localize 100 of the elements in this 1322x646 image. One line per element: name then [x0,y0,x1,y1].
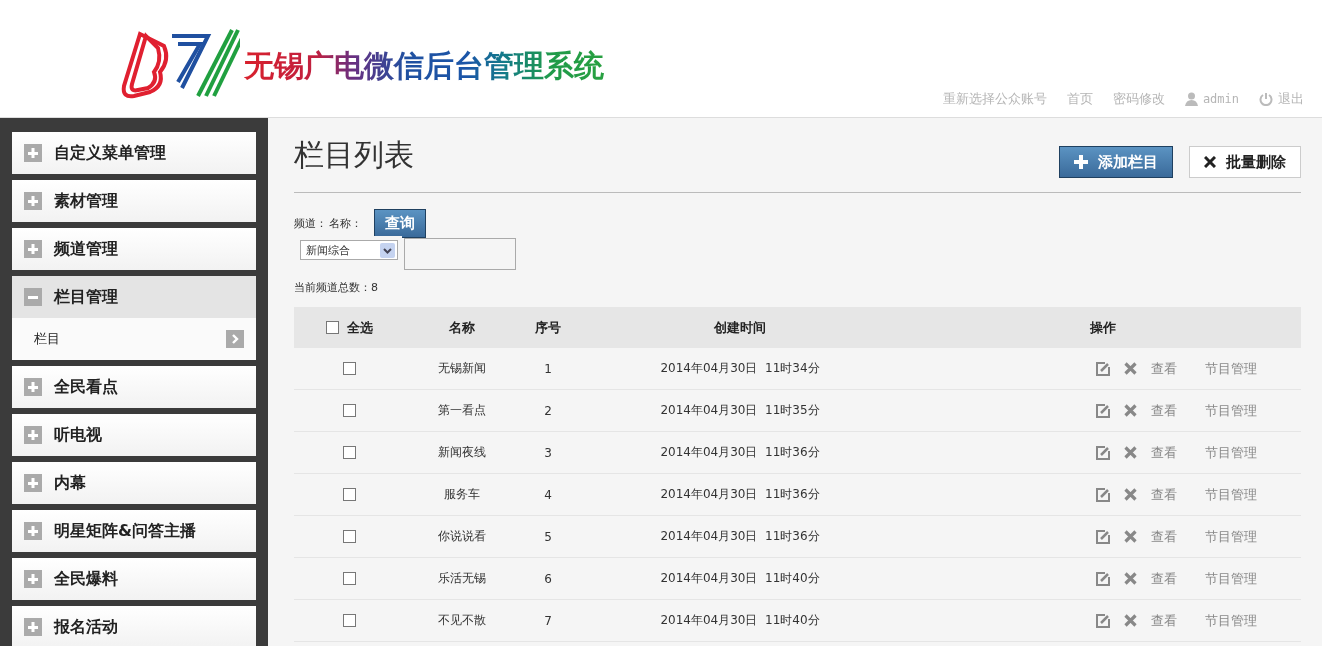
select-all-checkbox[interactable] [325,321,339,334]
name-input-field[interactable] [404,238,516,270]
table-cell-text: 2014年04月30日 11时36分 [659,486,821,503]
edit-icon[interactable] [1096,529,1110,544]
sidebar-item[interactable]: 明星矩阵&问答主播 [12,510,256,552]
sidebar-item[interactable]: 全民看点 [12,366,256,408]
close-icon [1204,156,1216,168]
view-link[interactable]: 查看 [1151,443,1177,462]
view-link[interactable]: 查看 [1151,611,1177,630]
table-cell-text: 2014年04月30日 11时34分 [659,360,821,377]
row-checkbox[interactable] [342,614,356,627]
table-cell-text: 无锡新闻 [437,360,487,377]
table-cell-text: 7 [543,613,553,628]
page-title: 栏目列表 [294,135,414,174]
program-manage-link[interactable]: 节目管理 [1205,359,1257,378]
program-manage-link[interactable]: 节目管理 [1205,527,1257,546]
dropdown-icon [380,242,395,258]
edit-icon[interactable] [1096,487,1110,502]
sidebar-item[interactable]: 内幕 [12,462,256,504]
expand-icon [24,378,42,396]
program-manage-link[interactable]: 节目管理 [1205,401,1257,420]
table-cell-text: 不见不散 [437,612,487,629]
edit-icon[interactable] [1096,613,1110,628]
table-cell-text: 2014年04月30日 11时36分 [659,528,821,545]
delete-icon[interactable] [1124,572,1137,585]
sidebar-item[interactable]: 频道管理 [12,228,256,270]
row-checkbox[interactable] [342,446,356,459]
expand-icon [24,240,42,258]
program-manage-link[interactable]: 节目管理 [1205,443,1257,462]
delete-icon[interactable] [1124,488,1137,501]
table-cell-text: 2014年04月30日 11时36分 [659,444,821,461]
table-cell-text: 乐活无锡 [437,570,487,587]
column-header: 创建时间 [713,318,767,337]
delete-icon[interactable] [1124,530,1137,543]
view-link[interactable]: 查看 [1151,527,1177,546]
name-label: 名称： [329,216,362,231]
column-header: 操作 [1088,318,1117,337]
table-cell-text: 3 [543,445,553,460]
delete-icon[interactable] [1124,614,1137,627]
delete-icon[interactable] [1124,362,1137,375]
table-cell-text: 4 [543,487,553,502]
sidebar-item[interactable]: 素材管理 [12,180,256,222]
table-cell-text: 新闻夜线 [437,444,487,461]
channel-total: 当前频道总数：8 [294,280,379,295]
chevron-right-icon [226,330,244,348]
column-header: 序号 [534,318,562,337]
row-checkbox[interactable] [342,404,356,417]
row-checkbox[interactable] [342,488,356,501]
expand-icon [24,192,42,210]
edit-icon[interactable] [1096,445,1110,460]
sidebar-item[interactable]: 报名活动 [12,606,256,646]
edit-icon[interactable] [1096,361,1110,376]
expand-icon [24,618,42,636]
header-link[interactable]: admin [1184,90,1239,108]
power-icon [1259,92,1273,106]
add-button[interactable]: 添加栏目 [1059,146,1173,178]
batch-delete-button[interactable]: 批量删除 [1189,146,1301,178]
table-cell-text: 5 [543,529,553,544]
row-checkbox[interactable] [342,530,356,543]
table-cell-text: 你说说看 [437,528,487,545]
header-link[interactable]: 首页 [1066,90,1093,108]
sidebar-item[interactable]: 栏目管理 [12,276,256,318]
table-cell-text: 第一看点 [437,402,487,419]
header-link[interactable]: 退出 [1259,90,1304,108]
expand-icon [24,144,42,162]
row-checkbox[interactable] [342,572,356,585]
table-cell-text: 6 [543,571,553,586]
program-manage-link[interactable]: 节目管理 [1205,569,1257,588]
view-link[interactable]: 查看 [1151,569,1177,588]
channel-label: 频道： [294,216,327,231]
view-link[interactable]: 查看 [1151,485,1177,504]
header-link[interactable]: 密码修改 [1112,90,1165,108]
sidebar-item[interactable]: 自定义菜单管理 [12,132,256,174]
table-cell-text: 1 [543,361,553,376]
edit-icon[interactable] [1096,571,1110,586]
view-link[interactable]: 查看 [1151,401,1177,420]
table-cell-text: 2014年04月30日 11时40分 [659,570,821,587]
plus-icon [1074,155,1088,169]
view-link[interactable]: 查看 [1151,359,1177,378]
program-manage-link[interactable]: 节目管理 [1205,611,1257,630]
table-cell-text: 2014年04月30日 11时40分 [659,612,821,629]
header-link[interactable]: 重新选择公众账号 [942,90,1047,108]
expand-icon [24,426,42,444]
sidebar-item[interactable]: 听电视 [12,414,256,456]
program-manage-link[interactable]: 节目管理 [1205,485,1257,504]
sidebar-item[interactable]: 全民爆料 [12,558,256,600]
expand-icon [24,288,42,306]
column-header: 名称 [448,318,476,337]
expand-icon [24,570,42,588]
delete-icon[interactable] [1124,404,1137,417]
expand-icon [24,474,42,492]
table-cell-text: 2 [543,403,553,418]
edit-icon[interactable] [1096,403,1110,418]
table-cell-text: 服务车 [443,486,481,503]
delete-icon[interactable] [1124,446,1137,459]
query-button[interactable]: 查询 [374,209,426,238]
table-cell-text: 2014年04月30日 11时35分 [659,402,821,419]
row-checkbox[interactable] [342,362,356,375]
user-icon [1184,92,1198,106]
expand-icon [24,522,42,540]
